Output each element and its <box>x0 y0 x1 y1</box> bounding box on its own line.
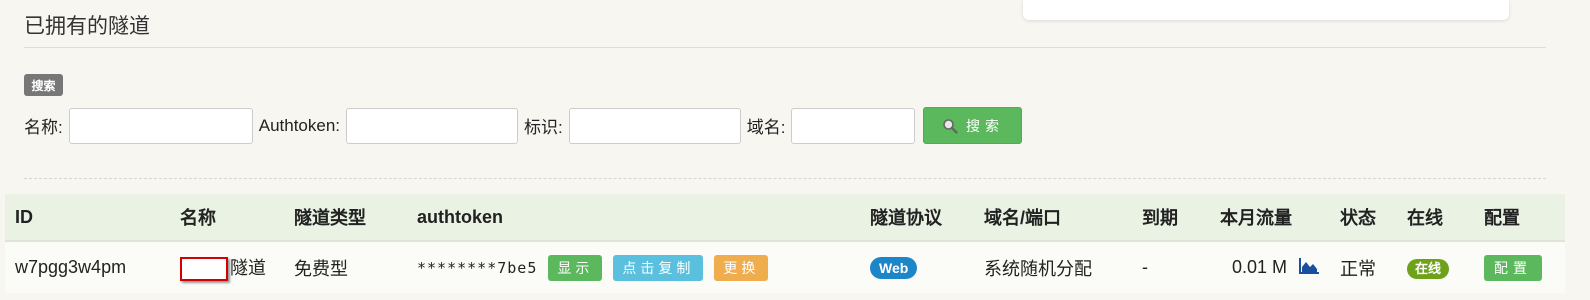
search-button-label: 搜索 <box>965 117 1004 134</box>
change-token-button[interactable]: 更换 <box>714 254 769 281</box>
online-badge: 在线 <box>1407 258 1450 279</box>
config-button[interactable]: 配置 <box>1484 254 1542 281</box>
search-filter-row: 名称: Authtoken: 标识: 域名: 搜索 <box>24 107 1023 144</box>
tag-filter-label: 标识: <box>524 118 563 137</box>
column-header-status: 状态 <box>1330 194 1397 242</box>
traffic-value: 0.01 M <box>1231 257 1287 277</box>
tunnel-id: w7pgg3w4pm <box>5 241 170 293</box>
tunnel-name-suffix: 隧道 <box>230 257 266 278</box>
authtoken-cell: ********7be5 显示 点击复制 更换 <box>407 241 860 293</box>
column-header-type: 隧道类型 <box>284 194 407 242</box>
authtoken-filter-label: Authtoken: <box>258 115 341 135</box>
online-cell: 在线 <box>1397 241 1474 293</box>
status: 正常 <box>1330 241 1397 293</box>
authtoken-value: ********7be5 <box>417 258 538 277</box>
authtoken-filter-input[interactable] <box>346 107 519 144</box>
title-divider <box>24 47 1546 48</box>
top-panel-card <box>1023 0 1509 20</box>
copy-token-button[interactable]: 点击复制 <box>613 254 704 281</box>
domain-filter-input[interactable] <box>791 107 916 144</box>
tunnel-table: ID 名称 隧道类型 authtoken 隧道协议 域名/端口 到期 本月流量 … <box>5 194 1565 293</box>
tunnel-name-cell: 隧道 <box>170 241 284 293</box>
area-chart-icon[interactable] <box>1298 257 1320 275</box>
column-header-name: 名称 <box>170 194 284 242</box>
section-title: 已拥有的隧道 <box>24 15 150 38</box>
table-row: w7pgg3w4pm 隧道 免费型 ********7be5 显示 点击复制 更… <box>5 241 1565 293</box>
column-header-expiry: 到期 <box>1132 194 1210 242</box>
tunnel-type: 免费型 <box>284 241 407 293</box>
search-button[interactable]: 搜索 <box>923 107 1023 144</box>
column-header-id: ID <box>5 194 170 242</box>
domain-filter-label: 域名: <box>746 118 786 137</box>
traffic-cell: 0.01 M <box>1210 241 1330 293</box>
table-header-row: ID 名称 隧道类型 authtoken 隧道协议 域名/端口 到期 本月流量 … <box>5 194 1565 242</box>
column-header-protocol: 隧道协议 <box>860 194 974 242</box>
name-filter-input[interactable] <box>68 107 253 144</box>
expiry: - <box>1132 241 1210 293</box>
name-filter-label: 名称: <box>24 118 63 137</box>
tag-filter-input[interactable] <box>568 107 741 144</box>
config-cell: 配置 <box>1474 241 1565 293</box>
column-header-domain-port: 域名/端口 <box>974 194 1132 242</box>
protocol-badge: Web <box>870 256 918 279</box>
search-icon <box>943 118 958 134</box>
search-divider <box>24 178 1546 179</box>
column-header-online: 在线 <box>1397 194 1474 242</box>
domain-port: 系统随机分配 <box>974 241 1132 293</box>
column-header-authtoken: authtoken <box>407 194 860 242</box>
column-header-traffic: 本月流量 <box>1210 194 1330 242</box>
search-badge: 搜索 <box>24 74 63 96</box>
redacted-name-box <box>180 257 228 282</box>
column-header-config: 配置 <box>1474 194 1565 242</box>
show-token-button[interactable]: 显示 <box>548 254 603 281</box>
protocol-cell: Web <box>860 241 974 293</box>
